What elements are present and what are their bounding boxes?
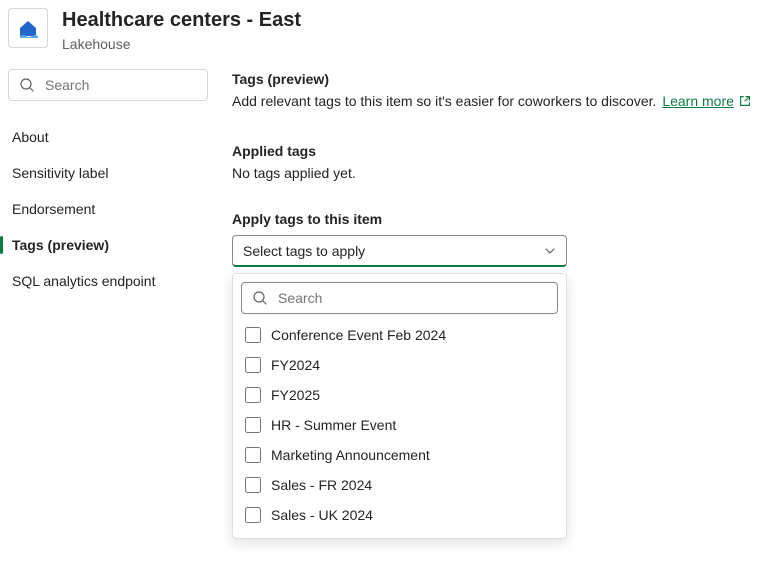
sidebar-item[interactable]: About [8,119,208,155]
tag-option[interactable]: Marketing Announcement [241,440,558,470]
learn-more-label: Learn more [662,93,734,109]
sidebar-search-input[interactable] [43,76,228,94]
section-heading: Tags (preview) [232,71,753,87]
tag-option-list: Conference Event Feb 2024 FY2024 FY2025 HR … [241,320,558,530]
tag-option-checkbox[interactable] [245,447,261,463]
header: Healthcare centers - East Lakehouse [0,0,761,69]
sidebar-item[interactable]: SQL analytics endpoint [8,263,208,299]
tag-option[interactable]: FY2025 [241,380,558,410]
tag-option[interactable]: FY2024 [241,350,558,380]
sidebar-item-label: SQL analytics endpoint [12,273,155,289]
tag-option[interactable]: HR - Summer Event [241,410,558,440]
flyout-search[interactable] [241,282,558,314]
tag-option-label: FY2024 [271,357,320,373]
sidebar-item-label: Sensitivity label [12,165,109,181]
page-subtitle: Lakehouse [62,35,301,53]
learn-more-link[interactable]: Learn more [662,93,752,109]
chevron-down-icon [544,245,556,257]
flyout-search-input[interactable] [276,289,547,307]
dropdown-placeholder: Select tags to apply [243,243,365,259]
tag-dropdown-flyout: Conference Event Feb 2024 FY2024 FY2025 HR … [232,273,567,539]
search-icon [252,290,268,306]
tag-dropdown: Select tags to apply Conference Event Fe… [232,235,567,267]
tag-option-label: Sales - UK 2024 [271,507,373,523]
sidebar-item[interactable]: Endorsement [8,191,208,227]
tag-option-label: Sales - FR 2024 [271,477,372,493]
search-icon [19,77,35,93]
sidebar-item-label: Tags (preview) [12,237,109,253]
applied-tags-heading: Applied tags [232,143,753,159]
sidebar-item[interactable]: Sensitivity label [8,155,208,191]
page-title: Healthcare centers - East [62,8,301,33]
sidebar-item[interactable]: Tags (preview) [8,227,208,263]
tag-option-checkbox[interactable] [245,327,261,343]
tag-option-checkbox[interactable] [245,507,261,523]
tag-option-checkbox[interactable] [245,477,261,493]
sidebar: About Sensitivity label Endorsement Tags (p… [8,69,208,299]
external-link-icon [738,94,752,108]
main-panel: Tags (preview) Add relevant tags to this… [232,69,753,267]
tag-option-checkbox[interactable] [245,387,261,403]
sidebar-search[interactable] [8,69,208,101]
tag-option-label: Marketing Announcement [271,447,430,463]
tag-option-label: Conference Event Feb 2024 [271,327,446,343]
tag-option-checkbox[interactable] [245,357,261,373]
sidebar-nav: About Sensitivity label Endorsement Tags (p… [8,119,208,299]
header-text: Healthcare centers - East Lakehouse [62,8,301,53]
tag-option[interactable]: Conference Event Feb 2024 [241,320,558,350]
lakehouse-icon [8,8,48,48]
tag-option[interactable]: Sales - UK 2024 [241,500,558,530]
apply-tags-heading: Apply tags to this item [232,211,753,227]
description-text: Add relevant tags to this item so it's e… [232,93,656,109]
section-description: Add relevant tags to this item so it's e… [232,93,753,109]
tag-option-label: HR - Summer Event [271,417,396,433]
tag-dropdown-trigger[interactable]: Select tags to apply [232,235,567,267]
sidebar-item-label: About [12,129,49,145]
tag-option-label: FY2025 [271,387,320,403]
tag-option[interactable]: Sales - FR 2024 [241,470,558,500]
tag-option-checkbox[interactable] [245,417,261,433]
applied-tags-status: No tags applied yet. [232,165,753,181]
sidebar-item-label: Endorsement [12,201,95,217]
